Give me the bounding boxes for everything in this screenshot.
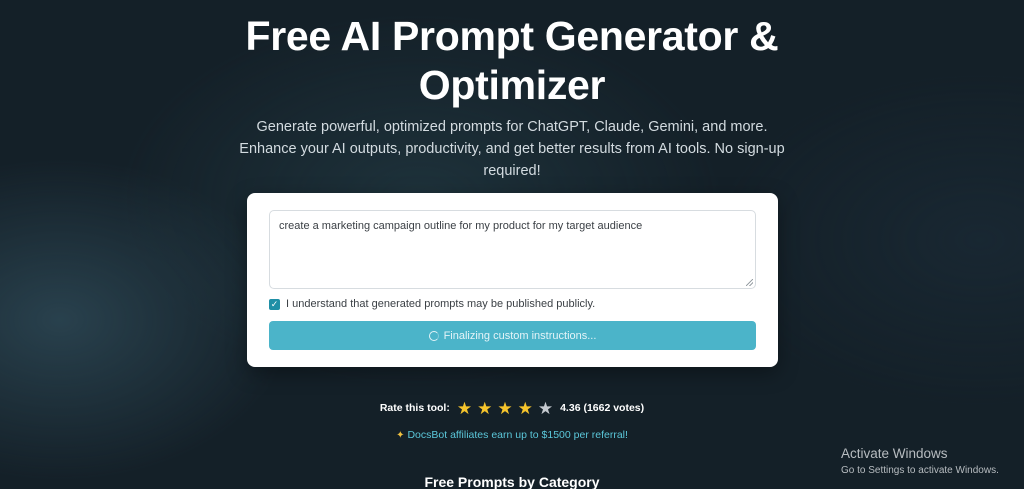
prompt-input-value: create a marketing campaign outline for …	[279, 220, 643, 232]
star-icon-1[interactable]: ★	[457, 400, 472, 417]
star-icon-2[interactable]: ★	[477, 400, 492, 417]
page-title: Free AI Prompt Generator & Optimizer	[0, 12, 1024, 110]
generate-button-label: Finalizing custom instructions...	[443, 329, 597, 342]
page-title-line-2: Optimizer	[418, 62, 606, 108]
prompt-generator-card: create a marketing campaign outline for …	[247, 193, 778, 367]
affiliate-link-text[interactable]: DocsBot affiliates earn up to $1500 per …	[407, 429, 627, 441]
prompt-input[interactable]: create a marketing campaign outline for …	[269, 210, 756, 289]
page-subtitle: Generate powerful, optimized prompts for…	[239, 119, 785, 179]
rating-score: 4.36 (1662 votes)	[560, 402, 645, 414]
generate-button[interactable]: Finalizing custom instructions...	[269, 321, 756, 350]
consent-row[interactable]: ✓ I understand that generated prompts ma…	[269, 297, 595, 311]
checkmark-icon: ✓	[270, 298, 279, 309]
party-popper-icon: ✦	[396, 430, 405, 441]
star-icon-4[interactable]: ★	[518, 400, 533, 417]
rating-label: Rate this tool:	[379, 402, 450, 414]
star-icon-5[interactable]: ★	[538, 400, 553, 417]
activation-subtitle: Go to Settings to activate Windows.	[841, 465, 999, 476]
activation-title: Activate Windows	[841, 446, 948, 461]
page-title-line-1: Free AI Prompt Generator &	[245, 13, 779, 59]
spinner-icon	[428, 330, 439, 341]
consent-label[interactable]: I understand that generated prompts may …	[286, 298, 595, 310]
affiliate-link[interactable]: ✦ DocsBot affiliates earn up to $1500 per…	[0, 429, 1024, 441]
windows-activation-notice: Activate Windows Go to Settings to activ…	[841, 446, 999, 478]
star-icon-3[interactable]: ★	[497, 400, 512, 417]
consent-checkbox[interactable]: ✓	[269, 298, 280, 310]
rating-row: Rate this tool: ★ ★ ★ ★ ★ 4.36 (1662 vot…	[0, 398, 1024, 418]
resize-handle-icon[interactable]	[746, 279, 753, 286]
